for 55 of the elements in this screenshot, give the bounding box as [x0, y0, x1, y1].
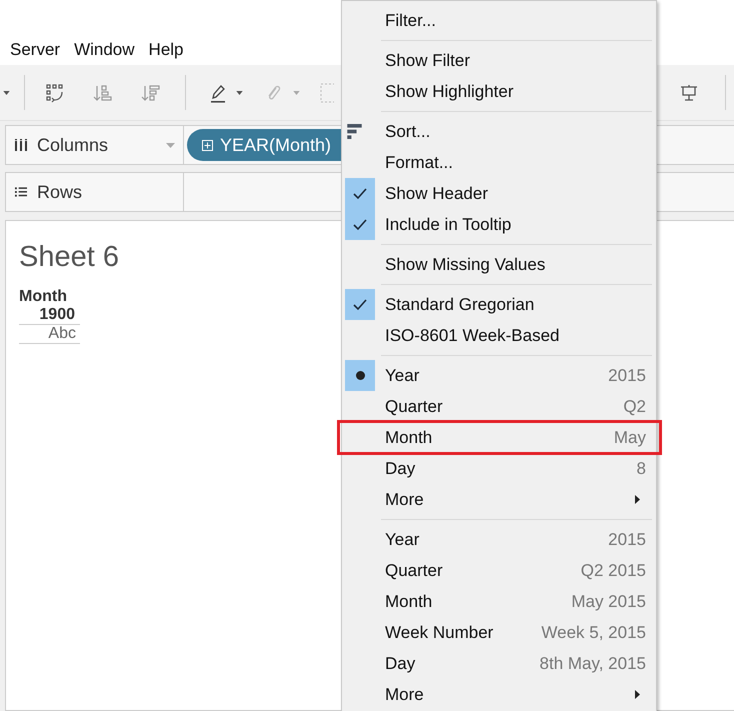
submenu-arrow-icon — [635, 495, 640, 504]
column-header: Month — [19, 288, 68, 306]
menu-item[interactable]: Month May — [339, 422, 660, 453]
swap-icon[interactable] — [45, 82, 65, 102]
dashed-box-icon[interactable] — [320, 82, 334, 102]
menu-item[interactable]: ISO-8601 Week-Based — [342, 320, 656, 351]
menu-item[interactable]: Show Header — [342, 178, 656, 209]
menu-item[interactable]: Quarter Q2 — [342, 391, 656, 422]
checkmark-icon — [353, 188, 367, 200]
menu-item-value: May 2015 — [571, 592, 646, 612]
menu-bar-item[interactable]: Help — [148, 40, 184, 60]
caret-icon[interactable] — [236, 90, 243, 94]
sort-ascending-icon[interactable] — [93, 82, 113, 102]
menu-item[interactable]: Year 2015 — [342, 524, 656, 555]
menu-item[interactable]: Standard Gregorian — [342, 289, 656, 320]
menu-item-value: Q2 — [623, 396, 646, 416]
sort-descending-icon[interactable] — [141, 82, 161, 102]
menu-item[interactable]: Show Filter — [342, 45, 656, 76]
menu-item-value: 2015 — [608, 530, 646, 550]
menu-item[interactable]: Show Highlighter — [342, 76, 656, 107]
rows-icon — [15, 186, 27, 198]
checkmark-icon — [353, 298, 367, 310]
menu-bar-item[interactable]: Window — [74, 40, 135, 60]
menu-item[interactable]: Include in Tooltip — [342, 209, 656, 240]
menu-item-value: 2015 — [608, 366, 646, 386]
menu-item[interactable]: Show Missing Values — [342, 249, 656, 280]
submenu-arrow-icon — [635, 690, 640, 699]
menu-item[interactable]: Quarter Q2 2015 — [342, 555, 656, 586]
columns-icon — [15, 139, 27, 151]
menu-item-value: May — [614, 428, 646, 448]
menu-item[interactable]: Day 8 — [342, 453, 656, 484]
caret-icon[interactable] — [3, 90, 10, 94]
menu-item[interactable]: More — [342, 484, 656, 515]
menu-item[interactable]: Filter... — [342, 5, 656, 36]
header-value: 1900 — [19, 306, 80, 325]
menu-item[interactable]: Day 8th May, 2015 — [342, 648, 656, 679]
menu-item-value: 8 — [636, 458, 646, 478]
menu-item-value: 8th May, 2015 — [540, 654, 646, 674]
menu-bar-item[interactable]: Server — [10, 40, 60, 60]
presentation-icon[interactable] — [679, 82, 699, 102]
menu-item[interactable]: Year 2015 — [342, 360, 656, 391]
radio-dot-icon — [356, 371, 364, 380]
shelf-label: Rows — [37, 182, 82, 202]
menu-item[interactable]: Week Number Week 5, 2015 — [342, 617, 656, 648]
sort-icon — [346, 124, 362, 139]
menu-item-value: Week 5, 2015 — [541, 622, 646, 642]
menu-item[interactable]: More — [342, 679, 656, 710]
sheet-title: Sheet 6 — [19, 241, 119, 274]
table-cell: Abc — [19, 325, 80, 344]
checkmark-icon — [353, 218, 367, 230]
shelf-label: Columns — [37, 134, 108, 156]
expand-icon — [202, 140, 213, 150]
menu-item-value: Q2 2015 — [580, 560, 646, 580]
pen-icon[interactable] — [208, 82, 228, 102]
menu-item[interactable]: Month May 2015 — [342, 586, 656, 617]
